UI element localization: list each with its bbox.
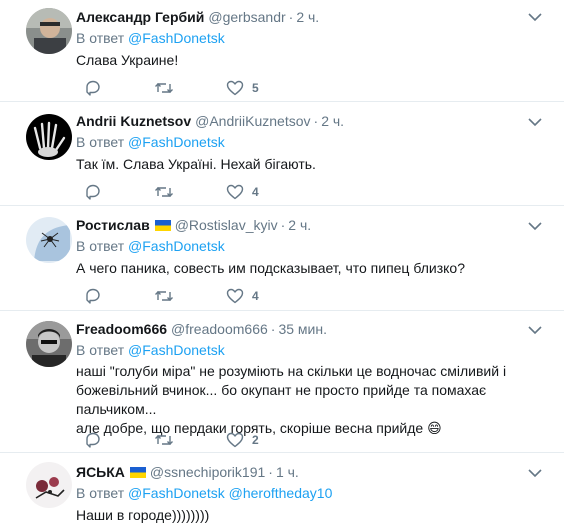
separator-dot: · — [270, 321, 276, 337]
display-name[interactable]: Freadoom666 — [76, 321, 167, 337]
retweet-icon — [155, 435, 173, 445]
mention-link[interactable]: @heroftheday10 — [229, 485, 333, 501]
timestamp[interactable]: 2 ч. — [321, 113, 344, 129]
reply-button[interactable] — [84, 432, 102, 448]
chevron-down-icon[interactable] — [528, 325, 542, 335]
timestamp[interactable]: 1 ч. — [276, 464, 299, 480]
chevron-down-icon[interactable] — [528, 117, 542, 127]
tweet-header: ЯСЬКА @ssnechiporik191 · 1 ч. — [76, 464, 299, 480]
reply-prefix: В ответ — [76, 30, 125, 46]
tweet-text: А чего паника, совесть им подсказывает, … — [76, 260, 465, 276]
like-count: 4 — [252, 289, 259, 303]
reply-icon — [86, 432, 100, 448]
timestamp[interactable]: 35 мин. — [278, 321, 327, 337]
username[interactable]: @freadoom666 — [171, 321, 268, 337]
heart-icon — [226, 80, 244, 96]
reply-context: В ответ @FashDonetsk — [76, 30, 225, 46]
display-name[interactable]: Ростислав — [76, 217, 150, 233]
mention-link[interactable]: @FashDonetsk — [128, 238, 225, 254]
tweet: Freadoom666 @freadoom666 · 35 мин. В отв… — [0, 311, 564, 453]
reply-icon — [86, 288, 100, 304]
reply-context: В ответ @FashDonetsk — [76, 342, 225, 358]
like-button[interactable]: 5 — [226, 80, 259, 96]
chevron-down-icon[interactable] — [528, 468, 542, 478]
separator-dot: · — [280, 217, 286, 233]
tweet-actions: 5 — [84, 80, 311, 96]
tweet-header: Александр Гербий @gerbsandr · 2 ч. — [76, 9, 319, 25]
like-button[interactable]: 2 — [226, 432, 259, 448]
tweet: Ростислав @Rostislav_kyiv · 2 ч. В ответ… — [0, 206, 564, 311]
display-name[interactable]: ЯСЬКА — [76, 464, 125, 480]
mention-link[interactable]: @FashDonetsk — [128, 134, 225, 150]
mention-link[interactable]: @FashDonetsk — [128, 342, 225, 358]
ukraine-flag-icon — [129, 466, 146, 478]
reply-prefix: В ответ — [76, 485, 125, 501]
tweet-text: Так їм. Слава Україні. Нехай бігають. — [76, 156, 316, 172]
avatar[interactable] — [26, 462, 72, 508]
separator-dot: · — [313, 113, 319, 129]
reply-button[interactable] — [84, 80, 102, 96]
tweet: Andrii Kuznetsov @AndriiKuznetsov · 2 ч.… — [0, 102, 564, 206]
display-name[interactable]: Andrii Kuznetsov — [76, 113, 191, 129]
reply-feed: Александр Гербий @gerbsandr · 2 ч. В отв… — [0, 0, 564, 532]
separator-dot: · — [268, 464, 273, 480]
like-count: 5 — [252, 81, 259, 95]
like-button[interactable]: 4 — [226, 288, 259, 304]
avatar[interactable] — [26, 114, 72, 160]
chevron-down-icon[interactable] — [528, 221, 542, 231]
tweet-text: Слава Украине! — [76, 52, 179, 68]
retweet-icon — [155, 291, 173, 301]
heart-icon — [226, 288, 244, 304]
reply-button[interactable] — [84, 184, 102, 200]
tweet-header: Andrii Kuznetsov @AndriiKuznetsov · 2 ч. — [76, 113, 344, 129]
reply-prefix: В ответ — [76, 134, 125, 150]
retweet-button[interactable] — [154, 80, 174, 96]
timestamp[interactable]: 2 ч. — [296, 9, 319, 25]
chevron-down-icon[interactable] — [528, 12, 542, 22]
mention-link[interactable]: @FashDonetsk — [128, 485, 225, 501]
tweet-actions: 4 — [84, 288, 311, 304]
reply-context: В ответ @FashDonetsk @heroftheday10 — [76, 485, 332, 501]
reply-context: В ответ @FashDonetsk — [76, 134, 225, 150]
tweet: Александр Гербий @gerbsandr · 2 ч. В отв… — [0, 0, 564, 102]
tweet: ЯСЬКА @ssnechiporik191 · 1 ч. В ответ @F… — [0, 453, 564, 532]
tweet-actions: 2 — [84, 432, 311, 448]
like-button[interactable]: 4 — [226, 184, 259, 200]
retweet-button[interactable] — [154, 184, 174, 200]
heart-icon — [226, 432, 244, 448]
retweet-icon — [155, 187, 173, 197]
timestamp[interactable]: 2 ч. — [288, 217, 311, 233]
like-count: 2 — [252, 433, 259, 447]
reply-prefix: В ответ — [76, 238, 125, 254]
avatar[interactable] — [26, 217, 72, 263]
reply-context: В ответ @FashDonetsk — [76, 238, 225, 254]
tweet-text-line: божевільний вчинок... бо окупант не прос… — [76, 382, 487, 417]
heart-icon — [226, 184, 244, 200]
separator-dot: · — [288, 9, 294, 25]
username[interactable]: @AndriiKuznetsov — [195, 113, 310, 129]
tweet-actions: 4 — [84, 184, 311, 200]
display-name[interactable]: Александр Гербий — [76, 9, 204, 25]
avatar[interactable] — [26, 8, 72, 54]
tweet-text-line: наші "голуби міра" не розуміють на скіль… — [76, 363, 507, 379]
tweet-header: Freadoom666 @freadoom666 · 35 мин. — [76, 321, 327, 337]
username[interactable]: @gerbsandr — [208, 9, 285, 25]
reply-icon — [86, 80, 100, 96]
tweet-text: наші "голуби міра" не розуміють на скіль… — [76, 362, 536, 438]
retweet-icon — [155, 83, 173, 93]
ukraine-flag-icon — [154, 219, 171, 231]
tweet-header: Ростислав @Rostislav_kyiv · 2 ч. — [76, 217, 311, 233]
mention-link[interactable]: @FashDonetsk — [128, 30, 225, 46]
username[interactable]: @ssnechiporik191 — [150, 464, 265, 480]
reply-prefix: В ответ — [76, 342, 125, 358]
reply-icon — [86, 184, 100, 200]
tweet-text: Наши в городе)))))))) — [76, 507, 210, 523]
like-count: 4 — [252, 185, 259, 199]
retweet-button[interactable] — [154, 288, 174, 304]
username[interactable]: @Rostislav_kyiv — [175, 217, 278, 233]
reply-button[interactable] — [84, 288, 102, 304]
retweet-button[interactable] — [154, 432, 174, 448]
avatar[interactable] — [26, 321, 72, 367]
